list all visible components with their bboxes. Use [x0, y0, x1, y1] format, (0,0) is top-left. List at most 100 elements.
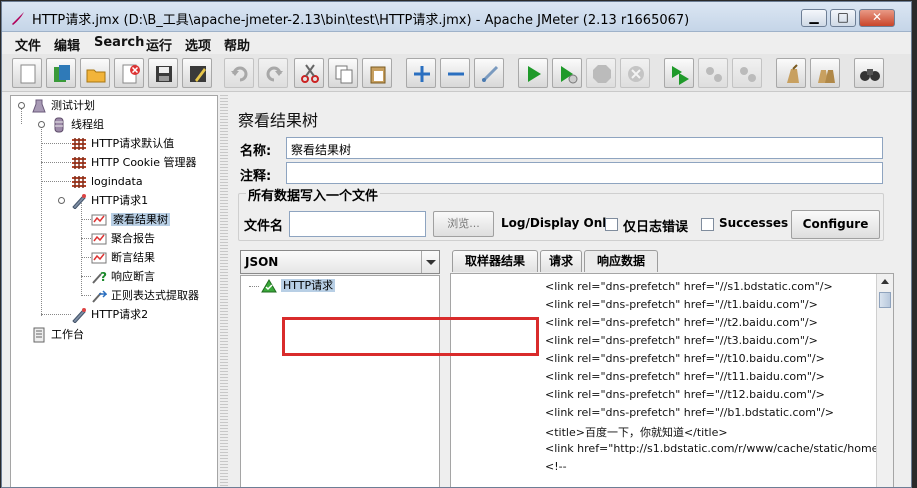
start-no-pauses-button[interactable] [552, 58, 582, 88]
shutdown-button[interactable] [620, 58, 650, 88]
renderer-select[interactable]: JSON [240, 250, 440, 274]
menu-help[interactable]: 帮助 [221, 34, 253, 55]
filename-label: 文件名 [244, 219, 284, 234]
cut-button[interactable] [294, 58, 324, 88]
search-icon [860, 69, 880, 81]
start-no-timers-icon [561, 66, 578, 84]
comment-label: 注释: [240, 169, 272, 184]
tree-item-aggregate-report[interactable]: 聚合报告 [91, 230, 155, 248]
stop-button[interactable] [586, 58, 616, 88]
tree-item-http-defaults[interactable]: HTTP请求默认值 [71, 135, 174, 153]
response-line: <link rel="dns-prefetch" href="//t10.bai… [545, 352, 825, 365]
filename-field[interactable] [289, 211, 426, 237]
menu-options[interactable]: 选项 [182, 34, 214, 55]
name-field[interactable]: 察看结果树 [286, 137, 883, 159]
tree-item-response-assertion[interactable]: ? 响应断言 [91, 268, 155, 286]
log-display-label: Log/Display Only: [501, 216, 619, 230]
save-button[interactable] [148, 58, 178, 88]
new-button[interactable] [12, 58, 42, 88]
toggle-button[interactable] [474, 58, 504, 88]
successes-checkbox[interactable] [701, 218, 714, 231]
menu-bar: 文件 编辑 Search 运行 选项 帮助 [2, 32, 911, 54]
config-icon [72, 157, 86, 169]
tree-item-view-results-tree[interactable]: 察看结果树 [91, 211, 170, 229]
tree-item-thread-group[interactable]: 线程组 [51, 116, 104, 134]
name-label: 名称: [240, 144, 272, 159]
assertion-icon: ? [92, 270, 107, 284]
search-button[interactable] [854, 58, 884, 88]
copy-button[interactable] [328, 58, 358, 88]
tree-item-http-request-2[interactable]: HTTP请求2 [71, 306, 148, 324]
open-button[interactable] [80, 58, 110, 88]
undo-button[interactable] [224, 58, 254, 88]
expand-all-button[interactable] [406, 58, 436, 88]
response-line: <link rel="dns-prefetch" href="//b1.bdst… [545, 406, 834, 419]
jmeter-window: HTTP请求.jmx (D:\B_工具\apache-jmeter-2.13\b… [1, 1, 912, 488]
expand-icon [414, 66, 430, 82]
save-as-button[interactable] [182, 58, 212, 88]
redo-button[interactable] [258, 58, 288, 88]
paste-button[interactable] [362, 58, 392, 88]
open-icon [86, 69, 106, 83]
remote-exit-button[interactable] [732, 58, 762, 88]
minimize-button[interactable]: ▁ [801, 9, 827, 27]
scroll-up-icon [881, 279, 889, 284]
menu-run[interactable]: 运行 [143, 34, 175, 55]
test-plan-icon [32, 99, 46, 113]
tree-item-regex-extractor[interactable]: 正则表达式提取器 [91, 287, 199, 305]
sample-item[interactable]: HTTP请求 [261, 277, 336, 295]
tree-toggle-http-request-1[interactable] [58, 197, 65, 204]
toggle-icon [481, 65, 499, 83]
highlight-annotation [282, 317, 539, 356]
remote-exit-icon [740, 67, 756, 82]
menu-edit[interactable]: 编辑 [51, 34, 83, 55]
maximize-button[interactable]: □ [830, 9, 856, 27]
response-data-area[interactable]: <link rel="dns-prefetch" href="//s1.bdst… [450, 273, 894, 487]
save-icon [156, 66, 172, 82]
tab-sampler-result[interactable]: 取样器结果 [452, 250, 538, 272]
response-line: <link rel="dns-prefetch" href="//t11.bai… [545, 370, 825, 383]
listener-icon [91, 233, 107, 245]
menu-search[interactable]: Search [91, 34, 147, 51]
vertical-scrollbar[interactable] [876, 274, 893, 487]
workbench-icon [33, 327, 45, 343]
clear-all-icon [818, 70, 835, 83]
tab-response-data[interactable]: 响应数据 [584, 250, 658, 272]
tree-item-workbench[interactable]: 工作台 [31, 326, 84, 344]
tree-toggle-test-plan[interactable] [18, 102, 25, 109]
shutdown-icon [628, 66, 644, 82]
tree-item-test-plan[interactable]: 测试计划 [31, 97, 95, 115]
tree-item-http-request-1[interactable]: HTTP请求1 [71, 192, 148, 210]
comment-field[interactable] [286, 162, 883, 184]
tree-toggle-thread-group[interactable] [38, 121, 45, 128]
toolbar [2, 54, 911, 92]
clear-all-button[interactable] [810, 58, 840, 88]
close-button[interactable] [114, 58, 144, 88]
tree-item-assertion-results[interactable]: 断言结果 [91, 249, 155, 267]
pane-splitter[interactable] [220, 95, 228, 487]
templates-icon [54, 65, 70, 82]
tree-item-cookie-manager[interactable]: HTTP Cookie 管理器 [71, 154, 196, 172]
close-window-button[interactable]: ✕ [859, 9, 895, 27]
jmeter-feather-icon [12, 12, 24, 25]
browse-button[interactable]: 浏览... [433, 211, 494, 237]
templates-button[interactable] [46, 58, 76, 88]
listener-icon [91, 214, 107, 226]
undo-icon [231, 66, 248, 82]
tab-request[interactable]: 请求 [540, 250, 582, 272]
errors-only-checkbox[interactable] [605, 218, 618, 231]
tree-item-logindata[interactable]: logindata [71, 173, 143, 191]
remote-stop-button[interactable] [698, 58, 728, 88]
collapse-all-button[interactable] [440, 58, 470, 88]
sampler-icon [72, 194, 86, 209]
scroll-thumb[interactable] [879, 292, 891, 308]
paste-icon [370, 66, 386, 84]
start-button[interactable] [518, 58, 548, 88]
remote-start-button[interactable] [664, 58, 694, 88]
menu-file[interactable]: 文件 [12, 34, 44, 55]
view-results-tree-panel: 察看结果树 名称: 察看结果树 注释: 所有数据写入一个文件 文件名 浏览...… [230, 95, 900, 487]
errors-only-label: 仅日志错误 [623, 220, 689, 235]
response-line: <link rel="dns-prefetch" href="//t1.baid… [545, 298, 818, 311]
clear-button[interactable] [776, 58, 806, 88]
configure-button[interactable]: Configure [791, 210, 880, 239]
